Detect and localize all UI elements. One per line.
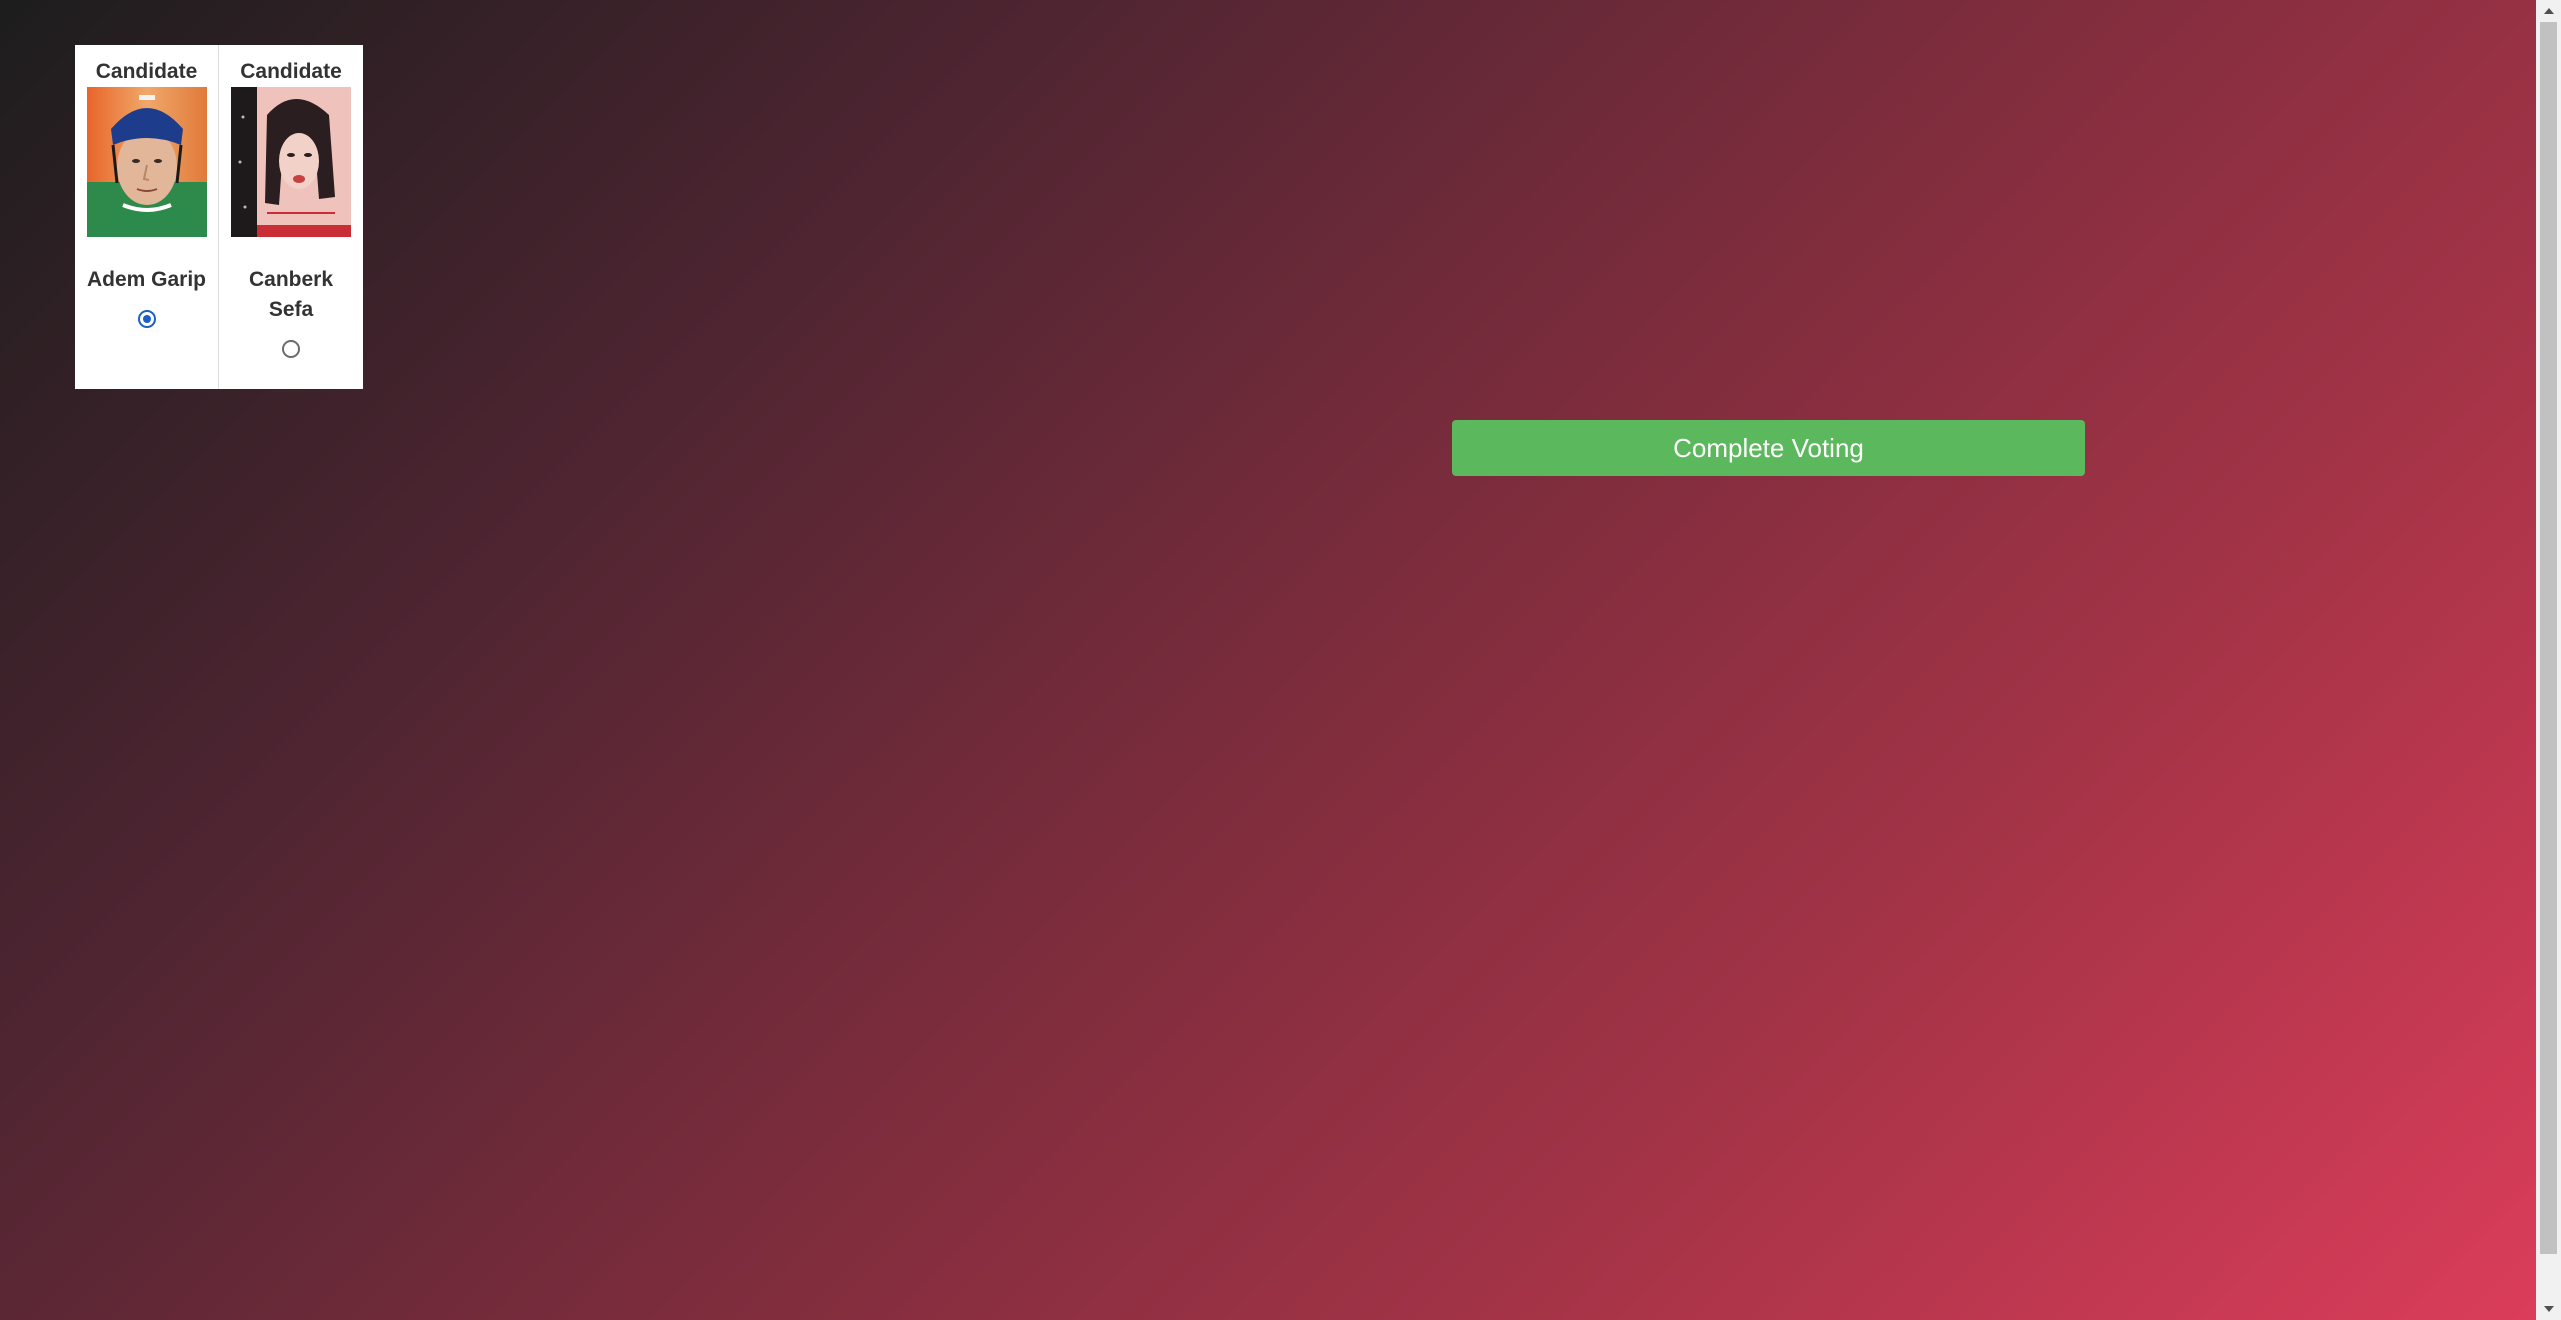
vertical-scrollbar[interactable] [2536, 0, 2561, 1320]
candidate-table: Candidate Adem Garip Candidate Canberk S… [75, 45, 363, 389]
candidate-name: Adem Garip [86, 268, 207, 291]
candidate-name: Canberk Sefa [248, 268, 334, 321]
candidate-radio[interactable] [137, 310, 156, 328]
page-background: Candidate Adem Garip Candidate Canberk S… [0, 0, 2536, 1320]
candidate-photo [86, 87, 207, 237]
complete-voting-button[interactable]: Complete Voting [1452, 420, 2085, 476]
candidate-card: Candidate Canberk Sefa [219, 45, 363, 389]
candidate-heading: Candidate [240, 60, 342, 83]
candidate-card: Candidate Adem Garip [75, 45, 219, 389]
scroll-up-arrow-icon[interactable] [2536, 0, 2561, 22]
candidate-heading: Candidate [95, 60, 198, 83]
candidate-photo [231, 87, 351, 237]
scroll-thumb[interactable] [2540, 22, 2557, 1254]
candidate-radio[interactable] [282, 340, 300, 358]
scroll-down-arrow-icon[interactable] [2536, 1298, 2561, 1320]
